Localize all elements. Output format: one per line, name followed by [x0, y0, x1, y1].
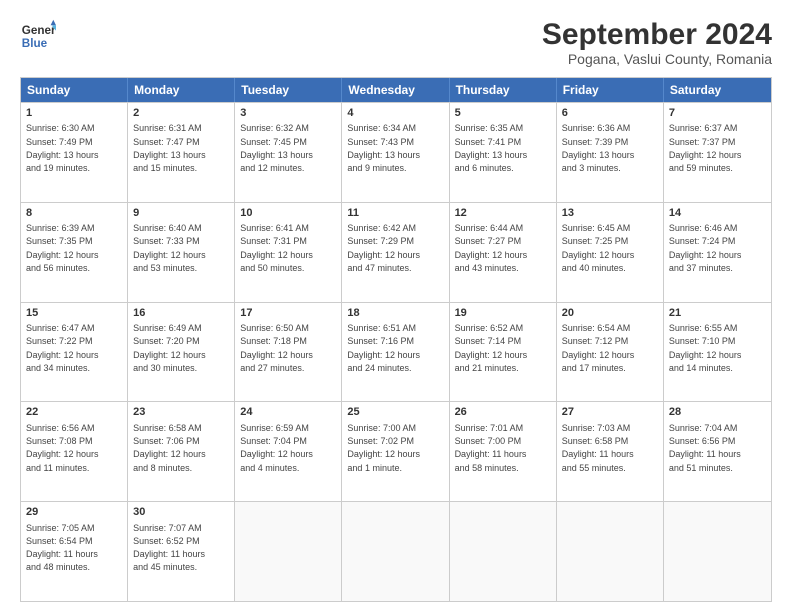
cal-cell-16: 16Sunrise: 6:49 AMSunset: 7:20 PMDayligh…: [128, 303, 235, 402]
cal-cell-8: 8Sunrise: 6:39 AMSunset: 7:35 PMDaylight…: [21, 203, 128, 302]
cal-cell-26: 26Sunrise: 7:01 AMSunset: 7:00 PMDayligh…: [450, 402, 557, 501]
svg-text:Blue: Blue: [22, 37, 48, 50]
cal-cell-3: 3Sunrise: 6:32 AMSunset: 7:45 PMDaylight…: [235, 103, 342, 202]
cal-cell-10: 10Sunrise: 6:41 AMSunset: 7:31 PMDayligh…: [235, 203, 342, 302]
cal-cell-9: 9Sunrise: 6:40 AMSunset: 7:33 PMDaylight…: [128, 203, 235, 302]
cal-cell-11: 11Sunrise: 6:42 AMSunset: 7:29 PMDayligh…: [342, 203, 449, 302]
location-title: Pogana, Vaslui County, Romania: [542, 51, 772, 67]
cal-cell-30: 30Sunrise: 7:07 AMSunset: 6:52 PMDayligh…: [128, 502, 235, 601]
cal-cell-empty-r4c6: [664, 502, 771, 601]
month-title: September 2024: [542, 18, 772, 51]
calendar-row-0: 1Sunrise: 6:30 AMSunset: 7:49 PMDaylight…: [21, 102, 771, 202]
logo: General Blue: [20, 18, 56, 54]
cal-cell-14: 14Sunrise: 6:46 AMSunset: 7:24 PMDayligh…: [664, 203, 771, 302]
cal-cell-17: 17Sunrise: 6:50 AMSunset: 7:18 PMDayligh…: [235, 303, 342, 402]
calendar: Sunday Monday Tuesday Wednesday Thursday…: [20, 77, 772, 602]
header-saturday: Saturday: [664, 78, 771, 102]
calendar-body: 1Sunrise: 6:30 AMSunset: 7:49 PMDaylight…: [21, 102, 771, 601]
header-tuesday: Tuesday: [235, 78, 342, 102]
calendar-page: General Blue September 2024 Pogana, Vasl…: [0, 0, 792, 612]
cal-cell-21: 21Sunrise: 6:55 AMSunset: 7:10 PMDayligh…: [664, 303, 771, 402]
cal-cell-15: 15Sunrise: 6:47 AMSunset: 7:22 PMDayligh…: [21, 303, 128, 402]
calendar-row-4: 29Sunrise: 7:05 AMSunset: 6:54 PMDayligh…: [21, 501, 771, 601]
header-friday: Friday: [557, 78, 664, 102]
cal-cell-25: 25Sunrise: 7:00 AMSunset: 7:02 PMDayligh…: [342, 402, 449, 501]
cal-cell-20: 20Sunrise: 6:54 AMSunset: 7:12 PMDayligh…: [557, 303, 664, 402]
title-block: September 2024 Pogana, Vaslui County, Ro…: [542, 18, 772, 67]
logo-icon: General Blue: [20, 18, 56, 54]
cal-cell-12: 12Sunrise: 6:44 AMSunset: 7:27 PMDayligh…: [450, 203, 557, 302]
header-wednesday: Wednesday: [342, 78, 449, 102]
calendar-row-2: 15Sunrise: 6:47 AMSunset: 7:22 PMDayligh…: [21, 302, 771, 402]
svg-text:General: General: [22, 24, 56, 37]
cal-cell-4: 4Sunrise: 6:34 AMSunset: 7:43 PMDaylight…: [342, 103, 449, 202]
cal-cell-23: 23Sunrise: 6:58 AMSunset: 7:06 PMDayligh…: [128, 402, 235, 501]
cal-cell-empty-r4c2: [235, 502, 342, 601]
cal-cell-7: 7Sunrise: 6:37 AMSunset: 7:37 PMDaylight…: [664, 103, 771, 202]
calendar-row-3: 22Sunrise: 6:56 AMSunset: 7:08 PMDayligh…: [21, 401, 771, 501]
cal-cell-19: 19Sunrise: 6:52 AMSunset: 7:14 PMDayligh…: [450, 303, 557, 402]
header-monday: Monday: [128, 78, 235, 102]
header-sunday: Sunday: [21, 78, 128, 102]
cal-cell-27: 27Sunrise: 7:03 AMSunset: 6:58 PMDayligh…: [557, 402, 664, 501]
cal-cell-18: 18Sunrise: 6:51 AMSunset: 7:16 PMDayligh…: [342, 303, 449, 402]
cal-cell-5: 5Sunrise: 6:35 AMSunset: 7:41 PMDaylight…: [450, 103, 557, 202]
calendar-row-1: 8Sunrise: 6:39 AMSunset: 7:35 PMDaylight…: [21, 202, 771, 302]
cal-cell-empty-r4c4: [450, 502, 557, 601]
cal-cell-24: 24Sunrise: 6:59 AMSunset: 7:04 PMDayligh…: [235, 402, 342, 501]
cal-cell-29: 29Sunrise: 7:05 AMSunset: 6:54 PMDayligh…: [21, 502, 128, 601]
cal-cell-28: 28Sunrise: 7:04 AMSunset: 6:56 PMDayligh…: [664, 402, 771, 501]
cal-cell-empty-r4c3: [342, 502, 449, 601]
header-thursday: Thursday: [450, 78, 557, 102]
cal-cell-2: 2Sunrise: 6:31 AMSunset: 7:47 PMDaylight…: [128, 103, 235, 202]
cal-cell-6: 6Sunrise: 6:36 AMSunset: 7:39 PMDaylight…: [557, 103, 664, 202]
cal-cell-empty-r4c5: [557, 502, 664, 601]
cal-cell-13: 13Sunrise: 6:45 AMSunset: 7:25 PMDayligh…: [557, 203, 664, 302]
calendar-header: Sunday Monday Tuesday Wednesday Thursday…: [21, 78, 771, 102]
cal-cell-1: 1Sunrise: 6:30 AMSunset: 7:49 PMDaylight…: [21, 103, 128, 202]
header: General Blue September 2024 Pogana, Vasl…: [20, 18, 772, 67]
cal-cell-22: 22Sunrise: 6:56 AMSunset: 7:08 PMDayligh…: [21, 402, 128, 501]
